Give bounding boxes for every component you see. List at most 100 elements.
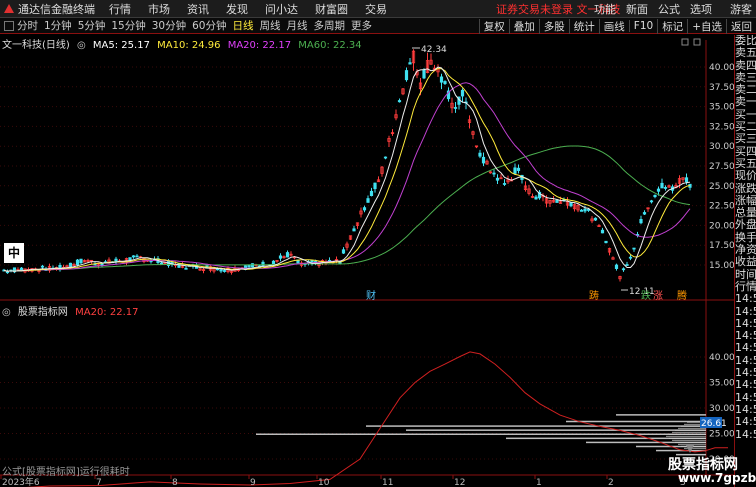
candle-body xyxy=(247,264,251,268)
menu-item-options[interactable]: 选项 xyxy=(690,1,712,17)
side-panel-item: 涨跌 xyxy=(735,181,756,195)
period-multi[interactable]: 多周期 xyxy=(311,18,349,33)
mid-button[interactable]: 中 xyxy=(4,243,24,263)
menu-item-formula[interactable]: 公式 xyxy=(658,1,680,17)
side-panel-item: 14:5 xyxy=(735,378,756,392)
menu-item-market[interactable]: 市场 xyxy=(148,1,170,17)
side-panel-item: 收益 xyxy=(735,255,756,269)
period-30min[interactable]: 30分钟 xyxy=(149,18,189,33)
candle-body xyxy=(114,258,118,262)
menu-item-news[interactable]: 资讯 xyxy=(187,1,209,17)
candle-body xyxy=(579,209,584,212)
period-1min[interactable]: 1分钟 xyxy=(41,18,75,33)
y-tick-label: 27.50 xyxy=(709,162,734,172)
sub-grid xyxy=(0,356,706,460)
period-60min[interactable]: 60分钟 xyxy=(189,18,229,33)
x-tick-label: 7 xyxy=(96,478,102,487)
mark-button[interactable]: 标记 xyxy=(657,18,687,34)
f10-button[interactable]: F10 xyxy=(628,20,657,32)
candle-body xyxy=(250,263,255,268)
menu-item-wealth[interactable]: 财富圈 xyxy=(315,1,348,17)
candle-body xyxy=(660,182,664,189)
chart-canvas[interactable]: 42.34 12.11 40.0037.5035.0032.5030.0027.… xyxy=(0,35,734,487)
candle-body xyxy=(79,258,83,264)
candle-body xyxy=(593,217,598,221)
period-intraday[interactable]: 分时 xyxy=(14,18,41,33)
marker-teng: 腾 xyxy=(677,289,687,302)
overlay-button[interactable]: 叠加 xyxy=(508,18,539,34)
candle-body xyxy=(278,255,283,259)
circle-icon: ◎ xyxy=(77,40,86,51)
period-15min[interactable]: 15分钟 xyxy=(108,18,148,33)
candle-body xyxy=(397,100,402,103)
candle-body xyxy=(600,229,605,234)
volume-profile-bar xyxy=(366,425,706,427)
menubar: 通达信金融终端 行情 市场 资讯 发现 问小达 财富圈 交易 证券交易未登录 文… xyxy=(0,0,756,18)
candles xyxy=(2,49,692,282)
y-tick-label: 37.50 xyxy=(709,83,734,93)
toolbar-box-icon[interactable] xyxy=(4,20,14,31)
candle-body xyxy=(492,172,496,175)
candle-body xyxy=(639,218,643,224)
menu-item-new-page[interactable]: 新面 xyxy=(626,1,648,17)
side-panel-item: 外盘 xyxy=(735,218,756,232)
period-weekly[interactable]: 周线 xyxy=(257,18,284,33)
marker-cai: 财 xyxy=(366,289,376,302)
restore-icon[interactable] xyxy=(681,38,689,46)
stock-label[interactable]: 文一科技(日线) xyxy=(2,40,70,51)
menu-item-discover[interactable]: 发现 xyxy=(226,1,248,17)
menu-right: 功能 新面 公式 选项 游客 xyxy=(584,0,752,18)
candle-body xyxy=(555,200,559,203)
y-tick-label: 15.00 xyxy=(709,261,734,271)
maximize-icon[interactable] xyxy=(693,38,701,46)
candle-body xyxy=(621,268,626,271)
volume-profile-bar xyxy=(616,414,706,416)
candle-body xyxy=(222,270,227,272)
add-watchlist-button[interactable]: +自选 xyxy=(687,18,726,34)
candle-body xyxy=(663,187,668,189)
side-panel-item: 14:5 xyxy=(735,341,756,355)
x-tick-label: 2 xyxy=(608,478,614,487)
y-tick-label: 32.50 xyxy=(709,122,734,132)
candle-body xyxy=(478,152,482,157)
sub-indicator-title[interactable]: 股票指标网 xyxy=(18,307,68,318)
candle-body xyxy=(453,107,458,109)
candle-body xyxy=(649,200,654,203)
high-annotation: 42.34 xyxy=(412,45,447,55)
adjust-button[interactable]: 复权 xyxy=(478,18,509,34)
candle-body xyxy=(285,252,290,258)
marker-chou: 踌 xyxy=(589,289,599,302)
period-monthly[interactable]: 月线 xyxy=(284,18,311,33)
menu-item-functions[interactable]: 功能 xyxy=(594,1,616,17)
ma10-legend: MA10: 24.96 xyxy=(157,40,221,51)
back-button[interactable]: 返回 xyxy=(726,18,756,34)
side-panel-item: 14:5 xyxy=(735,304,756,318)
x-tick-label: 9 xyxy=(250,478,256,487)
draw-button[interactable]: 画线 xyxy=(598,18,629,34)
menu-item-trade[interactable]: 交易 xyxy=(365,1,387,17)
guest-user[interactable]: 游客 xyxy=(730,1,752,17)
stats-button[interactable]: 统计 xyxy=(568,18,599,34)
period-5min[interactable]: 5分钟 xyxy=(75,18,109,33)
candle-body xyxy=(614,264,619,269)
candle-body xyxy=(341,249,346,254)
app-logo-icon xyxy=(3,3,15,15)
candle-body xyxy=(628,256,633,259)
candle-body xyxy=(513,167,517,174)
x-tick-label: 10 xyxy=(318,478,330,487)
candle-body xyxy=(362,207,367,211)
period-more[interactable]: 更多 xyxy=(348,18,375,33)
candle-body xyxy=(422,69,426,79)
candle-body xyxy=(75,259,80,266)
menu-item-ask[interactable]: 问小达 xyxy=(265,1,298,17)
candle-body xyxy=(653,194,657,198)
menu-item-quotes[interactable]: 行情 xyxy=(109,1,131,17)
candle-body xyxy=(131,255,136,258)
side-panel-item: 买三 xyxy=(735,132,756,146)
candle-body xyxy=(604,240,608,244)
multi-stock-button[interactable]: 多股 xyxy=(538,18,569,34)
period-daily[interactable]: 日线 xyxy=(230,18,257,33)
y-tick-label: 17.50 xyxy=(709,241,734,251)
app-title: 通达信金融终端 xyxy=(18,2,95,16)
candle-body xyxy=(271,260,276,265)
